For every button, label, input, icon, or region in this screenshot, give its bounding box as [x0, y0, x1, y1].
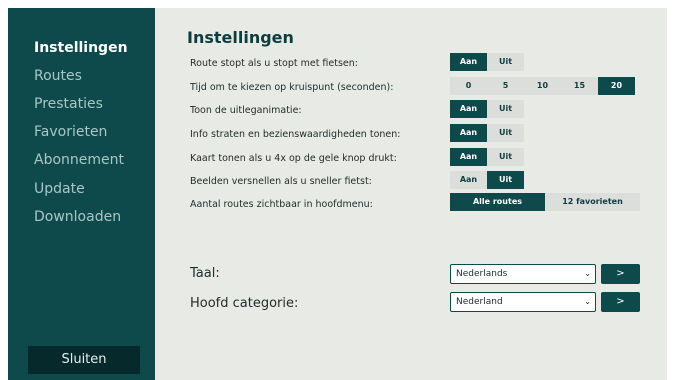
setting-label-speed-up: Beelden versnellen als u sneller fietst: [190, 176, 372, 187]
setting-label-routes-visible: Aantal routes zichtbaar in hoofdmenu: [190, 199, 373, 210]
option-uit[interactable]: Uit [487, 100, 524, 118]
category-select-value: Nederland [456, 297, 503, 307]
option-10[interactable]: 10 [524, 77, 561, 95]
toggle-speed-up: Aan Uit [450, 171, 524, 189]
page-title: Instellingen [187, 28, 294, 47]
settings-panel: Instellingen Route stopt als u stopt met… [155, 8, 667, 380]
language-next-button[interactable]: > [601, 264, 640, 284]
setting-label-animation: Toon de uitleganimatie: [190, 105, 302, 116]
option-5[interactable]: 5 [487, 77, 524, 95]
option-aan[interactable]: Aan [450, 171, 487, 189]
chevron-down-icon: ⌄ [584, 269, 591, 278]
setting-label-route-stop: Route stopt als u stopt met fietsen: [190, 58, 359, 69]
category-next-button[interactable]: > [601, 292, 640, 312]
sidebar-item-downloaden[interactable]: Downloaden [34, 209, 121, 225]
option-aan[interactable]: Aan [450, 124, 487, 142]
sidebar-item-favorieten[interactable]: Favorieten [34, 124, 107, 140]
setting-label-street-info: Info straten en bezienswaardigheden tone… [190, 129, 401, 140]
chevron-down-icon: ⌄ [584, 297, 591, 306]
option-uit[interactable]: Uit [487, 124, 524, 142]
option-aan[interactable]: Aan [450, 148, 487, 166]
option-20[interactable]: 20 [598, 77, 635, 95]
selector-crossing-time: 0 5 10 15 20 [450, 77, 635, 95]
option-12-favorieten[interactable]: 12 favorieten [545, 193, 640, 211]
sidebar-item-update[interactable]: Update [34, 181, 85, 197]
option-0[interactable]: 0 [450, 77, 487, 95]
sidebar-item-instellingen[interactable]: Instellingen [34, 40, 128, 56]
option-aan[interactable]: Aan [450, 100, 487, 118]
sidebar: Instellingen Routes Prestaties Favoriete… [8, 8, 155, 380]
sidebar-item-abonnement[interactable]: Abonnement [34, 152, 124, 168]
language-select-value: Nederlands [456, 269, 508, 279]
sidebar-item-routes[interactable]: Routes [34, 68, 82, 84]
close-button[interactable]: Sluiten [28, 346, 140, 374]
category-label: Hoofd categorie: [190, 296, 299, 311]
toggle-street-info: Aan Uit [450, 124, 524, 142]
language-label: Taal: [190, 266, 220, 281]
category-select[interactable]: Nederland ⌄ [450, 292, 596, 312]
language-select[interactable]: Nederlands ⌄ [450, 264, 596, 284]
toggle-route-stop: Aan Uit [450, 53, 524, 71]
setting-label-crossing-time: Tijd om te kiezen op kruispunt (seconden… [190, 82, 394, 93]
selector-routes-visible: Alle routes 12 favorieten [450, 193, 640, 211]
sidebar-item-prestaties[interactable]: Prestaties [34, 96, 103, 112]
option-uit[interactable]: Uit [487, 53, 524, 71]
toggle-animation: Aan Uit [450, 100, 524, 118]
option-alle-routes[interactable]: Alle routes [450, 193, 545, 211]
option-uit[interactable]: Uit [487, 148, 524, 166]
option-aan[interactable]: Aan [450, 53, 487, 71]
toggle-map-yellow-button: Aan Uit [450, 148, 524, 166]
setting-label-map-yellow-button: Kaart tonen als u 4x op de gele knop dru… [190, 153, 397, 164]
option-15[interactable]: 15 [561, 77, 598, 95]
option-uit[interactable]: Uit [487, 171, 524, 189]
